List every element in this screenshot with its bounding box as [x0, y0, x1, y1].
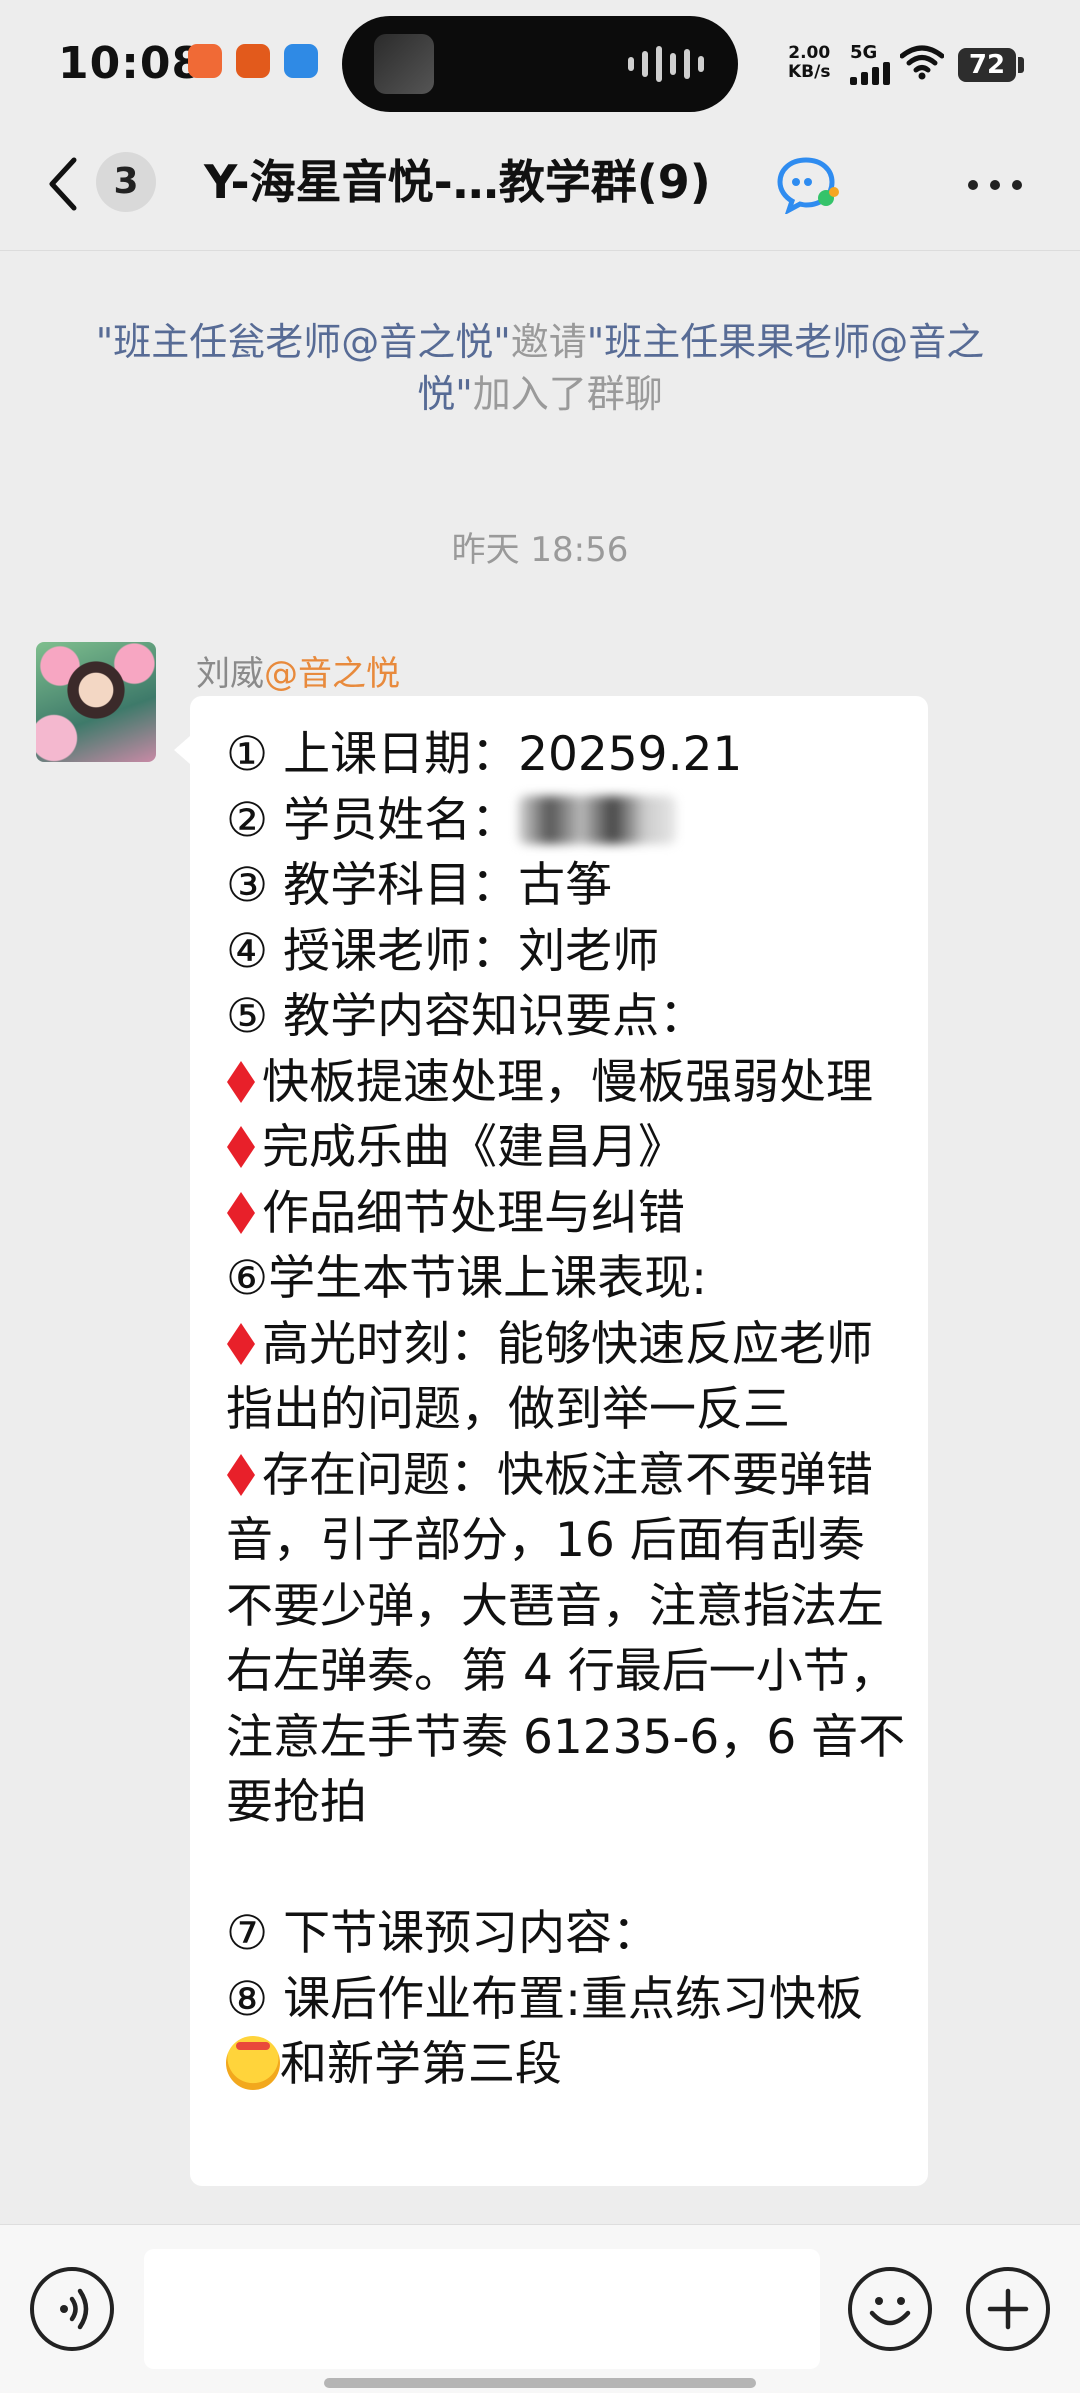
- issues-text: 存在问题：快板注意不要弹错音，引子部分，16 后面有刮奏不要少弹，大琶音，注意指…: [226, 1447, 906, 1831]
- point-3-text: 作品细节处理与纠错: [262, 1185, 685, 1241]
- more-icon[interactable]: [968, 180, 1022, 190]
- message-text: ① 上课日期：20259.21 ② 学员姓名： ③ 教学科目：古筝 ④ 授课老师…: [226, 722, 906, 2098]
- line-student: ② 学员姓名：: [226, 788, 906, 854]
- voice-icon: [60, 2288, 89, 2330]
- group-chat-icon[interactable]: [776, 154, 840, 214]
- music-thumbnail-icon: [374, 34, 434, 94]
- message-timestamp: 昨天 18:56: [451, 530, 629, 570]
- line-highlight: 高光时刻：能够快速反应老师指出的问题，做到举一反三: [226, 1312, 906, 1443]
- chat-title[interactable]: Y-海星音悦-…教学群(9): [204, 152, 711, 212]
- plus-icon: [987, 2288, 1029, 2330]
- sender-org: @音之悦: [264, 654, 400, 694]
- line-point-1: 快板提速处理，慢板强弱处理: [226, 1050, 906, 1116]
- nav-divider: [0, 250, 1080, 251]
- blurred-name: [518, 795, 677, 844]
- inviter-link[interactable]: "班主任瓮老师@音之悦": [96, 320, 511, 364]
- line-point-3: 作品细节处理与纠错: [226, 1181, 906, 1247]
- message-bubble[interactable]: ① 上课日期：20259.21 ② 学员姓名： ③ 教学科目：古筝 ④ 授课老师…: [190, 696, 928, 2186]
- emoji-button[interactable]: [848, 2267, 932, 2351]
- red-diamond-icon: [227, 1453, 255, 1496]
- pumpkin-app-icon: [236, 44, 270, 78]
- line-homework: ⑧ 课后作业布置:重点练习快板: [226, 1971, 863, 2027]
- line-subject: ③ 教学科目：古筝: [226, 858, 613, 913]
- network-type: 5G: [850, 42, 878, 63]
- battery-tip: [1018, 57, 1024, 73]
- net-speed-value: 2.00: [788, 43, 831, 63]
- wifi-icon: [900, 45, 944, 80]
- line-teacher: ④ 授课老师：刘老师: [226, 923, 660, 979]
- red-diamond-icon: [227, 1322, 255, 1365]
- signal-icon: [850, 62, 890, 85]
- battery-icon: 72: [958, 48, 1016, 82]
- bubble-tail: [174, 736, 190, 764]
- line-blank: [226, 1836, 906, 1902]
- shush-face-emoji-icon: [226, 2036, 280, 2090]
- shopping-app-icon: [188, 44, 222, 78]
- status-time: 10:08: [58, 38, 204, 89]
- point-2-text: 完成乐曲《建昌月》: [262, 1120, 685, 1175]
- highlight-text: 高光时刻：能够快速反应老师指出的问题，做到举一反三: [226, 1316, 873, 1438]
- blue-app-icon: [284, 44, 318, 78]
- line-content-header: ⑤ 教学内容知识要点：: [226, 989, 707, 1044]
- emoji-icon: [869, 2297, 911, 2326]
- system-message: "班主任瓮老师@音之悦"邀请"班主任果果老师@音之悦"加入了群聊: [80, 316, 1000, 420]
- voice-button[interactable]: [30, 2267, 114, 2351]
- home-indicator[interactable]: [324, 2378, 756, 2388]
- line-point-2: 完成乐曲《建昌月》: [226, 1115, 906, 1181]
- homework-2-text: 和新学第三段: [280, 2037, 562, 2092]
- message-input[interactable]: [144, 2249, 820, 2369]
- red-diamond-icon: [227, 1060, 255, 1103]
- line-issues: 存在问题：快板注意不要弹错音，引子部分，16 后面有刮奏不要少弹，大琶音，注意指…: [226, 1443, 906, 1836]
- line-date: ① 上课日期：20259.21: [226, 727, 743, 782]
- net-speed: 2.00 KB/s: [788, 44, 830, 82]
- notification-icons: [188, 44, 318, 78]
- status-bar: 10:08 2.00 KB/s 5G 72: [0, 0, 1080, 130]
- sender-name-text: 刘威: [196, 654, 264, 694]
- line-performance-header: ⑥学生本节课上课表现:: [226, 1251, 707, 1306]
- invite-suffix: 加入了群聊: [472, 372, 663, 416]
- line-homework-2: 和新学第三段: [226, 2032, 906, 2098]
- back-icon[interactable]: [44, 154, 84, 214]
- line-preview: ⑦ 下节课预习内容：: [226, 1906, 660, 1961]
- red-diamond-icon: [227, 1126, 255, 1168]
- red-diamond-icon: [227, 1191, 255, 1234]
- sender-name[interactable]: 刘威@音之悦: [196, 646, 400, 695]
- avatar[interactable]: [36, 642, 156, 762]
- unread-badge[interactable]: 3: [96, 152, 156, 212]
- input-bar: [0, 2224, 1080, 2393]
- invite-action: 邀请: [510, 320, 587, 364]
- dynamic-island-music[interactable]: [342, 16, 738, 112]
- point-1-text: 快板提速处理，慢板强弱处理: [262, 1054, 873, 1110]
- net-speed-unit: KB/s: [788, 62, 831, 82]
- line-student-label: ② 学员姓名：: [226, 792, 519, 848]
- chat-nav-bar: 3 Y-海星音悦-…教学群(9): [0, 130, 1080, 250]
- audio-wave-icon: [628, 46, 704, 82]
- plus-button[interactable]: [966, 2267, 1050, 2351]
